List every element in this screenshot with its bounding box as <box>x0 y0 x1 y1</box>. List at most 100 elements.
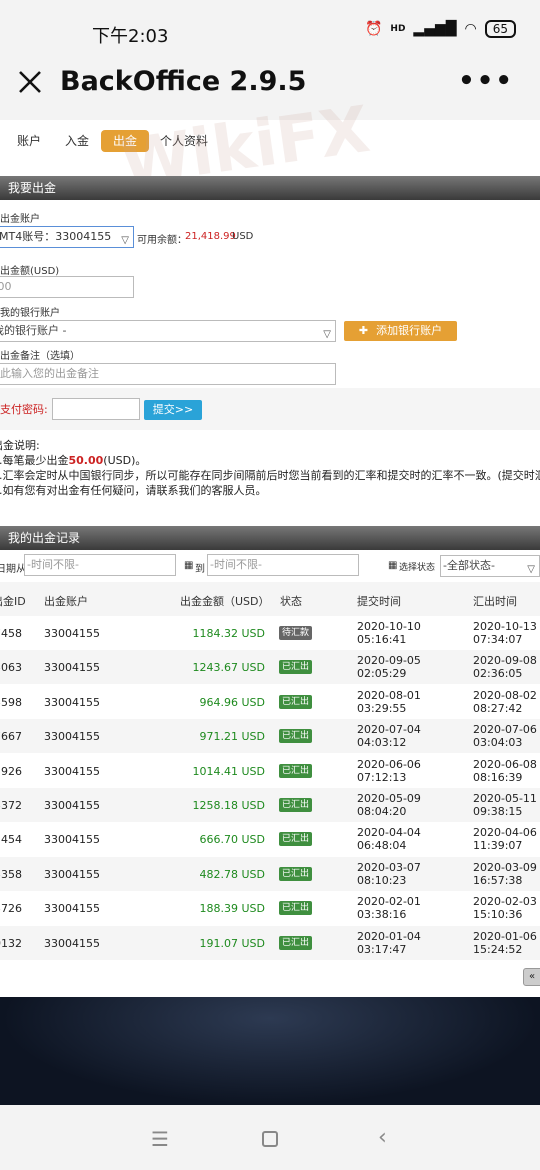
table-row: 2454 33004155 666.70 USD 已汇出 2020-04-0406:48… <box>0 822 540 856</box>
row-amount: 188.39 USD <box>199 902 266 916</box>
status-badge: 已汇出 <box>279 660 313 675</box>
tab-deposit[interactable]: 入金 <box>62 130 92 152</box>
account-select-value: MT4账号：33004155 <box>0 230 112 243</box>
note-input-placeholder: 在此输入您的出金备注 <box>0 367 99 380</box>
notes-line-1-suffix: (USD)。 <box>103 454 147 467</box>
row-amount: 971.21 USD <box>199 730 266 744</box>
status-bar: 下午2:03 ⏰ HD ▂▄▆█ ◠ 65 <box>0 0 540 60</box>
row-submit-clock: 03:17:47 <box>357 942 407 956</box>
tab-account[interactable]: 账户 <box>14 130 44 152</box>
submit-button[interactable]: 提交>> <box>144 400 202 420</box>
back-icon[interactable]: ‹ <box>378 1125 387 1150</box>
account-select[interactable]: MT4账号：33004155 ▽ <box>0 226 134 248</box>
col-status: 状态 <box>280 595 302 608</box>
add-bank-button[interactable]: ✚ 添加银行账户 <box>344 321 457 341</box>
row-submit-time: 2020-02-01 03:38:16 <box>357 895 421 921</box>
status-filter-select[interactable]: -全部状态- ▽ <box>440 555 540 577</box>
row-submit-date: 2020-08-01 <box>357 688 421 702</box>
menu-icon[interactable]: ☰ <box>151 1127 169 1151</box>
row-submit-time: 2020-01-04 03:17:47 <box>357 930 421 956</box>
row-paid-time: 2020-02-03 15:10:36 <box>473 895 537 921</box>
row-submit-date: 2020-05-09 <box>357 792 421 805</box>
password-input[interactable] <box>52 398 140 420</box>
row-paid-date: 2020-07-06 <box>473 723 537 737</box>
row-submit-clock: 02:05:29 <box>357 667 407 681</box>
table-row: 3726 33004155 188.39 USD 已汇出 2020-02-0103:38… <box>0 891 540 925</box>
calendar-icon: ▦ <box>184 560 194 571</box>
row-submit-time: 2020-05-09 08:04:20 <box>357 792 421 818</box>
amount-input[interactable]: 0.00 <box>0 276 134 298</box>
row-id: 3726 <box>0 902 22 916</box>
system-nav-bar: ☰ ‹ <box>0 1105 540 1170</box>
row-paid-clock: 16:57:38 <box>473 873 523 887</box>
row-paid-clock: 08:16:39 <box>473 770 523 784</box>
row-paid-time: 2020-07-06 03:04:03 <box>473 723 537 749</box>
status-icons: ⏰ HD ▂▄▆█ ◠ 65 <box>365 20 516 38</box>
row-submit-date: 2020-02-01 <box>357 895 421 909</box>
row-paid-clock: 08:27:42 <box>473 701 523 715</box>
balance-label: 可用余额： <box>137 235 187 246</box>
row-paid-time: 2020-08-02 08:27:42 <box>473 689 537 715</box>
row-paid-date: 2020-08-02 <box>473 688 537 702</box>
row-account: 33004155 <box>44 833 100 847</box>
date-to-label: 到 <box>195 564 205 575</box>
note-input[interactable]: 在此输入您的出金备注 <box>0 363 336 385</box>
password-label: 支付密码: <box>0 403 48 416</box>
row-submit-clock: 05:16:41 <box>357 633 407 646</box>
records-section-header: 我的出金记录 <box>0 526 540 550</box>
row-submit-clock: 06:48:04 <box>357 839 407 853</box>
row-submit-date: 2020-04-04 <box>357 826 421 840</box>
table-row: 3358 33004155 482.78 USD 已汇出 2020-03-0708:10… <box>0 856 540 891</box>
row-submit-clock: 07:12:13 <box>357 770 407 784</box>
row-id: 3372 <box>0 799 22 812</box>
app-title: BackOffice 2.9.5 <box>60 66 307 97</box>
row-paid-clock: 02:36:05 <box>473 667 523 681</box>
row-id: 3358 <box>0 867 22 881</box>
row-submit-date: 2020-03-07 <box>357 860 421 874</box>
row-submit-date: 2020-07-04 <box>357 723 421 737</box>
row-id: 7458 <box>0 627 22 640</box>
row-paid-time: 2020-01-06 15:24:52 <box>473 930 537 956</box>
date-from-placeholder: -时间不限- <box>27 558 79 571</box>
row-submit-clock: 03:38:16 <box>357 908 407 922</box>
alarm-icon: ⏰ <box>364 21 383 37</box>
home-icon[interactable] <box>262 1131 278 1147</box>
date-from-label: 日期从 <box>0 564 26 575</box>
more-menu-icon[interactable]: ••• <box>458 66 514 96</box>
status-badge: 已汇出 <box>279 798 313 812</box>
row-paid-clock: 15:24:52 <box>473 942 523 956</box>
date-to-placeholder: -时间不限- <box>210 558 262 571</box>
row-account: 33004155 <box>44 695 100 709</box>
col-paid-time: 汇出时间 <box>473 595 517 608</box>
tab-profile[interactable]: 个人资料 <box>158 130 210 152</box>
chevron-down-icon: ▽ <box>527 564 535 575</box>
status-filter-label: 选择状态 <box>399 563 436 573</box>
tab-withdraw[interactable]: 出金 <box>101 130 149 152</box>
row-submit-clock: 03:29:55 <box>357 701 407 715</box>
status-badge: 已汇出 <box>279 832 313 847</box>
table-row: 3063 33004155 1243.67 USD 已汇出 2020-09-0502:0… <box>0 650 540 685</box>
row-submit-date: 2020-06-06 <box>357 757 421 771</box>
bank-select-value: -我的银行账户 - <box>0 324 67 337</box>
row-amount: 666.70 USD <box>199 833 266 847</box>
row-account: 33004155 <box>44 627 100 640</box>
row-submit-date: 2020-10-10 <box>357 620 421 633</box>
date-to-input[interactable]: -时间不限- <box>207 554 359 576</box>
row-submit-date: 2020-01-04 <box>357 929 421 943</box>
row-paid-time: 2020-09-08 02:36:05 <box>473 654 537 680</box>
status-badge: 已汇出 <box>279 901 313 916</box>
close-icon[interactable] <box>16 68 44 96</box>
row-paid-clock: 03:04:03 <box>473 736 523 750</box>
row-amount: 1258.18 USD <box>192 799 266 812</box>
date-from-input[interactable]: -时间不限- <box>24 554 176 576</box>
table-row: 3372 33004155 1258.18 USD 已汇出 2020-05-0908:0… <box>0 788 540 822</box>
row-id: 2926 <box>0 764 22 778</box>
col-submit-time: 提交时间 <box>357 595 401 608</box>
row-account: 33004155 <box>44 936 100 950</box>
bank-select[interactable]: -我的银行账户 - ▽ <box>0 320 336 342</box>
withdraw-notes: 出金说明: 1.每笔最少出金50.00(USD)。 2.汇率会定时从中国银行同步… <box>0 438 540 498</box>
status-badge: 已汇出 <box>279 694 313 709</box>
pager-first-button[interactable]: « <box>523 968 540 986</box>
withdraw-section-header: 我要出金 <box>0 176 540 200</box>
balance-currency: USD <box>232 231 254 242</box>
